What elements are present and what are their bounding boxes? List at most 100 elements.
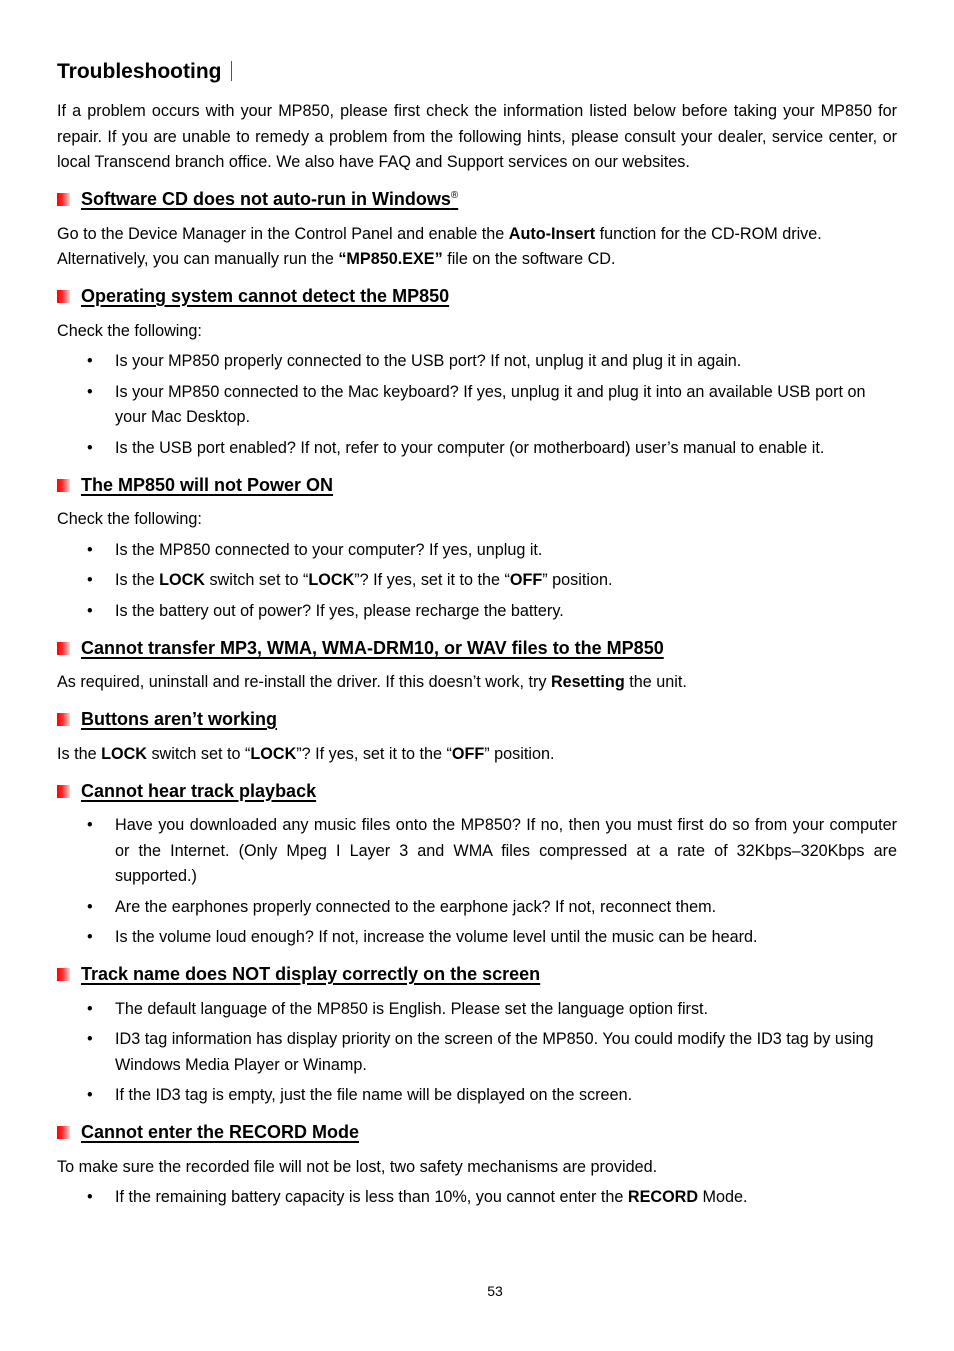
bullet-dot-icon: • <box>87 928 93 946</box>
bullet-dot-icon: • <box>87 1030 93 1048</box>
text: Is the <box>57 744 102 763</box>
list-item: • The default language of the MP850 is En… <box>57 997 897 1023</box>
red-square-bullet-icon <box>57 193 70 206</box>
bullet-dot-icon: • <box>87 540 93 559</box>
text: As required, uninstall and re-install th… <box>57 673 551 691</box>
text: file on the software CD. <box>442 250 616 268</box>
text: ” position. <box>484 744 555 763</box>
item-text: Is the volume loud enough? If not, incre… <box>115 928 758 946</box>
bullet-list: • Is your MP850 properly connected to the… <box>57 349 897 461</box>
section-body-buttons: Is the LOCK switch set to “LOCK”? If yes… <box>57 742 897 768</box>
bold-term: LOCK <box>159 571 205 589</box>
bold-term: OFF <box>509 571 543 589</box>
title-text: Troubleshooting <box>57 60 222 83</box>
heading-text: Operating system cannot detect the MP850 <box>81 286 450 306</box>
document-page: Troubleshooting If a problem occurs with… <box>57 58 897 1211</box>
bullet-list: • If the remaining battery capacity is le… <box>57 1185 897 1211</box>
text: ”? If yes, set it to the “ <box>296 744 452 763</box>
section-heading-record-mode: Cannot enter the RECORD Mode <box>57 1121 897 1145</box>
bullet-dot-icon: • <box>87 1188 93 1206</box>
text: Mode. <box>698 1188 748 1206</box>
registered-mark: ® <box>450 190 459 201</box>
bold-term: Resetting <box>550 673 625 691</box>
bullet-dot-icon: • <box>87 601 93 620</box>
item-text: Are the earphones properly connected to … <box>115 897 717 916</box>
bullet-list: • The default language of the MP850 is En… <box>57 997 897 1109</box>
list-item: • Is the volume loud enough? If not, incr… <box>57 925 897 951</box>
red-square-bullet-icon <box>57 784 70 798</box>
list-item: • Is your MP850 connected to the Mac keyb… <box>57 380 897 431</box>
bullet-dot-icon: • <box>87 352 93 370</box>
heading-text: Cannot hear track playback <box>81 780 317 801</box>
page-title: Troubleshooting <box>57 58 897 86</box>
bold-term: LOCK <box>101 744 147 763</box>
section-lead: Check the following: <box>57 321 202 340</box>
list-item: • If the remaining battery capacity is le… <box>57 1185 897 1211</box>
section-lead: Check the following: <box>57 510 202 528</box>
item-text: ID3 tag information has display priority… <box>115 1030 874 1074</box>
section-heading-buttons: Buttons aren’t working <box>57 708 897 732</box>
section-body-cannot-transfer: As required, uninstall and re-install th… <box>57 670 897 696</box>
section-lead: To make sure the recorded file will not … <box>57 1157 658 1176</box>
heading-text: Cannot enter the RECORD Mode <box>81 1122 360 1142</box>
text: Go to the Device Manager in the Control … <box>57 224 509 243</box>
text: If the remaining battery capacity is les… <box>115 1188 628 1206</box>
section-heading-os-detect: Operating system cannot detect the MP850 <box>57 285 897 309</box>
heading-text: Software CD does not auto-run in Windows <box>81 189 451 209</box>
red-square-bullet-icon <box>57 1126 70 1139</box>
item-text: Is your MP850 properly connected to the … <box>115 352 742 370</box>
bullet-dot-icon: • <box>87 897 93 916</box>
list-item: • Is the MP850 connected to your computer… <box>57 538 897 564</box>
bold-term: LOCK <box>250 744 297 763</box>
list-item: • Are the earphones properly connected to… <box>57 895 897 921</box>
item-text: Is the battery out of power? If yes, ple… <box>115 601 564 620</box>
bullet-dot-icon: • <box>87 816 93 834</box>
heading-text: Buttons aren’t working <box>81 709 278 729</box>
item-text: Is the MP850 connected to your computer?… <box>115 540 543 559</box>
text: ” position. <box>542 571 613 589</box>
bullet-dot-icon: • <box>87 438 93 457</box>
list-item: • Is the LOCK switch set to “LOCK”? If ye… <box>57 568 897 594</box>
intro-paragraph: If a problem occurs with your MP850, ple… <box>57 102 897 171</box>
text: switch set to “ <box>204 571 309 589</box>
list-item: • Is the battery out of power? If yes, pl… <box>57 599 897 625</box>
list-item: • Is your MP850 properly connected to the… <box>57 349 897 375</box>
red-square-bullet-icon <box>57 968 70 981</box>
section-heading-track-name: Track name does NOT display correctly on… <box>57 963 897 987</box>
bold-term: OFF <box>451 744 485 763</box>
bullet-list: • Is the MP850 connected to your computer… <box>57 538 897 625</box>
bullet-dot-icon: • <box>87 1086 93 1104</box>
section-heading-power-on: The MP850 will not Power ON <box>57 473 897 497</box>
bullet-list: • Have you downloaded any music files ont… <box>57 813 897 951</box>
bold-term: RECORD <box>627 1188 699 1206</box>
red-square-bullet-icon <box>57 290 70 303</box>
section-body-software-cd: Go to the Device Manager in the Control … <box>57 222 897 273</box>
item-text: Is your MP850 connected to the Mac keybo… <box>115 382 866 427</box>
item-text: The default language of the MP850 is Eng… <box>115 999 709 1018</box>
item-text: Is the USB port enabled? If not, refer t… <box>115 438 825 457</box>
list-item: • Have you downloaded any music files ont… <box>57 813 897 890</box>
bullet-dot-icon: • <box>87 999 93 1018</box>
text: switch set to “ <box>146 744 251 763</box>
page-number: 53 <box>487 1283 503 1299</box>
item-text: If the ID3 tag is empty, just the file n… <box>115 1086 633 1104</box>
red-square-bullet-icon <box>57 478 70 492</box>
text: ”? If yes, set it to the “ <box>354 571 510 589</box>
bullet-dot-icon: • <box>87 382 93 401</box>
section-heading-playback: Cannot hear track playback <box>57 779 897 803</box>
text: Is the <box>115 571 160 589</box>
bold-term: LOCK <box>308 571 355 589</box>
list-item: • If the ID3 tag is empty, just the file … <box>57 1083 897 1109</box>
heading-text: Track name does NOT display correctly on… <box>81 964 541 984</box>
red-square-bullet-icon <box>57 641 70 655</box>
list-item: • ID3 tag information has display priorit… <box>57 1027 897 1078</box>
heading-text: The MP850 will not Power ON <box>81 474 334 495</box>
list-item: • Is the USB port enabled? If not, refer … <box>57 436 897 462</box>
section-heading-software-cd: Software CD does not auto-run in Windows… <box>57 188 897 212</box>
text: the unit. <box>624 673 687 691</box>
bullet-dot-icon: • <box>87 571 93 589</box>
bold-term: Auto-Insert <box>508 224 596 243</box>
bold-term: “MP850.EXE” <box>338 250 443 268</box>
text-cursor <box>231 61 233 81</box>
heading-text: Cannot transfer MP3, WMA, WMA-DRM10, or … <box>81 637 664 658</box>
